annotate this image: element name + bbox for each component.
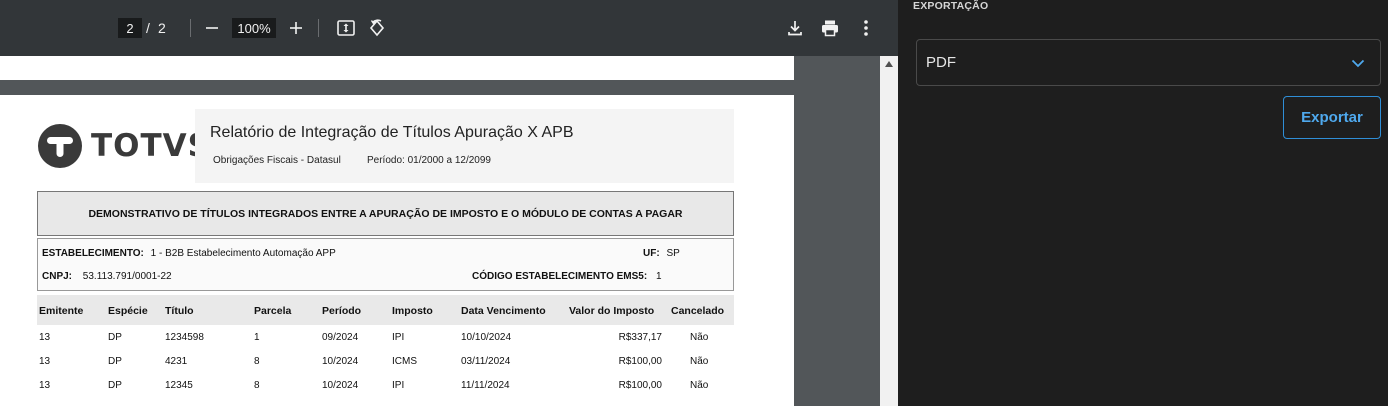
export-format-select[interactable]: PDF <box>916 39 1381 86</box>
table-row: 13 DP 1234598 1 09/2024 IPI 10/10/2024 R… <box>37 326 734 350</box>
pdf-page: TOTVS Relatório de Integração de Títulos… <box>0 95 794 406</box>
cnpj-value: 53.113.791/0001-22 <box>82 271 172 282</box>
more-options-button[interactable] <box>855 17 877 39</box>
column-header: Título <box>165 305 194 317</box>
toolbar-divider <box>190 19 191 37</box>
estabelecimento-label: ESTABELECIMENTO: <box>42 248 144 259</box>
rotate-button[interactable] <box>366 17 388 39</box>
export-panel: EXPORTAÇÃO PDF Exportar <box>898 0 1388 406</box>
report-header: Relatório de Integração de Títulos Apura… <box>195 109 734 183</box>
fit-to-page-icon <box>337 20 355 36</box>
fit-page-button[interactable] <box>335 17 357 39</box>
logo-text: TOTVS <box>91 128 211 164</box>
cell-valor-imposto: R$100,00 <box>618 380 662 391</box>
cell-cancelado: Não <box>690 356 709 367</box>
column-header: Parcela <box>254 305 292 317</box>
establishment-box: ESTABELECIMENTO: 1 - B2B Estabelecimento… <box>37 238 734 291</box>
table-header: Emitente Espécie Título Parcela Período … <box>37 295 734 325</box>
cell-imposto: IPI <box>392 332 405 343</box>
cell-especie: DP <box>108 332 122 343</box>
cell-periodo: 10/2024 <box>322 380 359 391</box>
more-vertical-icon <box>864 20 868 36</box>
report-title: Relatório de Integração de Títulos Apura… <box>210 124 574 141</box>
ems5-label: CÓDIGO ESTABELECIMENTO EMS5: <box>472 271 648 282</box>
download-button[interactable] <box>784 17 806 39</box>
cell-imposto: IPI <box>392 380 405 391</box>
cell-valor-imposto: R$100,00 <box>618 356 662 367</box>
table-row: 13 DP 4231 8 10/2024 ICMS 03/11/2024 R$1… <box>37 350 734 374</box>
rotate-icon <box>369 19 385 37</box>
column-header: Cancelado <box>671 305 725 317</box>
zoom-in-button[interactable] <box>286 18 306 38</box>
export-section-label: EXPORTAÇÃO <box>913 0 989 12</box>
export-button[interactable]: Exportar <box>1283 96 1381 139</box>
cell-periodo: 09/2024 <box>322 332 359 343</box>
previous-page <box>0 56 794 80</box>
cell-valor-imposto: R$337,17 <box>618 332 662 343</box>
page-total: 2 <box>158 20 166 36</box>
report-subtitle: Obrigações Fiscais - Datasul <box>213 155 341 166</box>
scroll-up-button[interactable] <box>880 56 898 72</box>
download-icon <box>788 21 802 36</box>
ems5-value: 1 <box>655 271 662 282</box>
cell-emitente: 13 <box>39 332 51 343</box>
uf-value: SP <box>666 248 680 259</box>
page-separator: / <box>146 20 150 36</box>
plus-icon <box>290 22 302 34</box>
page-number-input[interactable]: 2 <box>118 18 142 38</box>
cell-data-vencimento: 11/11/2024 <box>461 380 510 391</box>
cell-data-vencimento: 10/10/2024 <box>461 332 512 343</box>
totvs-logo-icon <box>38 124 82 168</box>
column-header: Emitente <box>39 305 84 317</box>
cell-titulo: 12345 <box>165 380 193 391</box>
pdf-scrollbar[interactable] <box>880 56 898 406</box>
export-format-value: PDF <box>926 54 956 71</box>
cell-parcela: 1 <box>254 332 260 343</box>
uf-label: UF: <box>643 248 660 259</box>
column-header: Valor do Imposto <box>569 305 655 317</box>
column-header: Data Vencimento <box>461 305 546 317</box>
cell-titulo: 4231 <box>165 356 188 367</box>
cell-especie: DP <box>108 380 122 391</box>
cell-imposto: ICMS <box>392 356 417 367</box>
print-button[interactable] <box>819 17 841 39</box>
cell-emitente: 13 <box>39 356 51 367</box>
estabelecimento-value: 1 - B2B Estabelecimento Automação APP <box>150 248 336 259</box>
pdf-toolbar: 2 / 2 100% <box>0 0 898 56</box>
cell-especie: DP <box>108 356 122 367</box>
triangle-up-icon <box>885 61 893 67</box>
cell-parcela: 8 <box>254 356 260 367</box>
minus-icon <box>206 27 218 29</box>
zoom-input[interactable]: 100% <box>232 18 276 38</box>
section-title: DEMONSTRATIVO DE TÍTULOS INTEGRADOS ENTR… <box>37 191 734 236</box>
column-header: Espécie <box>108 305 148 317</box>
print-icon <box>822 20 838 37</box>
cell-data-vencimento: 03/11/2024 <box>461 356 511 367</box>
toolbar-divider <box>318 19 319 37</box>
table-row: 13 DP 12345 8 10/2024 IPI 11/11/2024 R$1… <box>37 374 734 398</box>
cell-cancelado: Não <box>690 332 709 343</box>
cell-periodo: 10/2024 <box>322 356 359 367</box>
pdf-page-area[interactable]: TOTVS Relatório de Integração de Títulos… <box>0 56 880 406</box>
cell-emitente: 13 <box>39 380 51 391</box>
column-header: Período <box>322 305 362 317</box>
cell-parcela: 8 <box>254 380 260 391</box>
chevron-down-icon <box>1351 59 1365 68</box>
cell-cancelado: Não <box>690 380 709 391</box>
cell-titulo: 1234598 <box>165 332 204 343</box>
column-header: Imposto <box>392 305 433 317</box>
report-period: Período: 01/2000 a 12/2099 <box>367 155 491 166</box>
cnpj-label: CNPJ: <box>42 271 73 282</box>
zoom-out-button[interactable] <box>202 18 222 38</box>
totvs-logo: TOTVS <box>37 123 211 169</box>
app-root: 2 / 2 100% TOTVS Relatório de Integração… <box>0 0 1388 406</box>
